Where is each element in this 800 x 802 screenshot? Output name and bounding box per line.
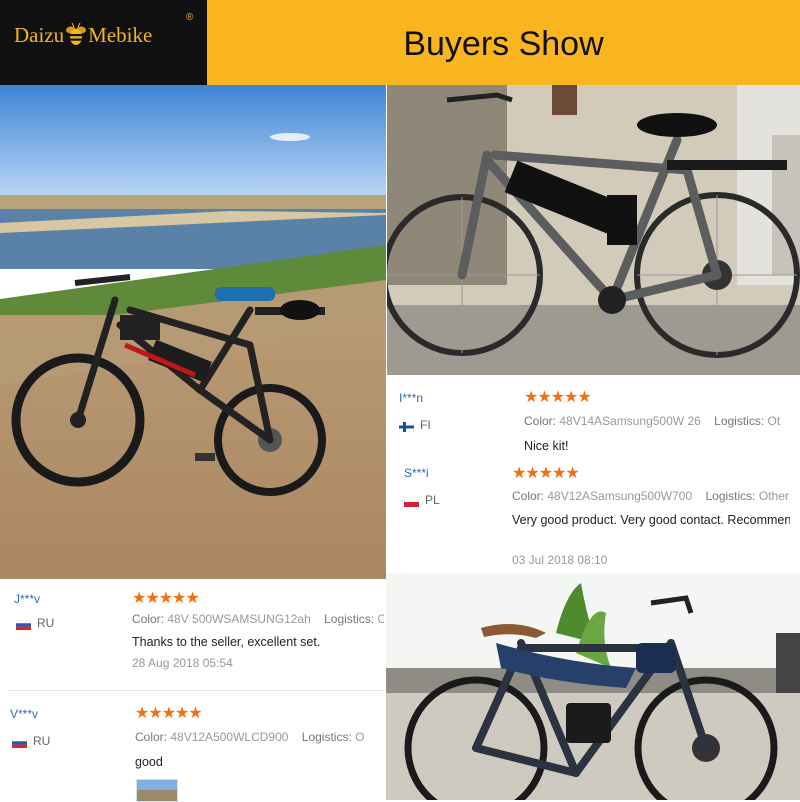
color-label: Color: xyxy=(524,414,557,428)
logistics-label: Logistics: xyxy=(324,612,375,626)
registered-mark: ® xyxy=(186,12,194,23)
reviewer-name[interactable]: V***v xyxy=(10,707,38,721)
buyer-photo-city-bike[interactable] xyxy=(386,573,800,800)
country-code: PL xyxy=(425,493,440,507)
reviewer-name[interactable]: I***n xyxy=(399,391,423,405)
review-comment: Thanks to the seller, excellent set. xyxy=(132,635,321,649)
bee-icon xyxy=(65,22,87,52)
brand-wordmark: Daizu Mebike xyxy=(14,22,152,52)
poland-flag-icon xyxy=(403,496,420,507)
country-code: RU xyxy=(37,616,55,630)
logistics-label: Logistics: xyxy=(714,414,765,428)
color-value: 48V12A500WLCD900 xyxy=(170,730,289,744)
color-label: Color: xyxy=(135,730,168,744)
star-rating: ★★★★★ xyxy=(132,590,200,607)
logistics-value: Ot xyxy=(767,414,781,428)
star-rating: ★★★★★ xyxy=(135,705,203,722)
reviewer-country: PL xyxy=(403,493,440,507)
order-attributes: Color: 48V12ASamsung500W700 Logistics: O… xyxy=(512,489,800,503)
reviewer-name[interactable]: J***v xyxy=(14,592,40,606)
finland-flag-icon xyxy=(398,421,415,433)
review-date: 03 Jul 2018 08:10 xyxy=(512,553,608,567)
reviewer-name[interactable]: S***i xyxy=(404,466,429,480)
reviewer-country: RU xyxy=(15,616,55,630)
color-value: 48V 500WSAMSUNG12ah xyxy=(167,612,311,626)
page-title: Buyers Show xyxy=(403,25,604,63)
review-comment: good xyxy=(135,755,163,769)
logistics-value: Other xyxy=(758,489,789,503)
color-label: Color: xyxy=(512,489,545,503)
review-divider xyxy=(8,690,384,691)
order-attributes: Color: 48V14ASamsung500W 26 Logistics: O… xyxy=(524,414,800,428)
review-date: 28 Aug 2018 05:54 xyxy=(132,656,233,670)
order-attributes: Color: 48V12A500WLCD900 Logistics: O xyxy=(135,730,385,744)
star-rating: ★★★★★ xyxy=(524,389,592,406)
logistics-value: O xyxy=(355,730,365,744)
reviewer-country: FI xyxy=(398,418,431,433)
review-comment: Nice kit! xyxy=(524,439,569,453)
buyer-photo-lakeside-bike[interactable] xyxy=(0,85,386,579)
color-label: Color: xyxy=(132,612,165,626)
order-attributes: Color: 48V 500WSAMSUNG12ah Logistics: O xyxy=(132,612,384,626)
color-value: 48V12ASamsung500W700 xyxy=(547,489,693,503)
brand-logo[interactable]: Daizu Mebike ® xyxy=(0,0,207,85)
brand-name-right: Mebike xyxy=(88,22,153,47)
country-code: FI xyxy=(420,418,431,432)
color-value: 48V14ASamsung500W 26 xyxy=(559,414,701,428)
logistics-label: Logistics: xyxy=(705,489,756,503)
russia-flag-icon xyxy=(15,619,32,630)
review-photo-thumbnail[interactable] xyxy=(136,779,178,802)
logistics-value: O xyxy=(377,612,384,626)
review-comment: Very good product. Very good contact. Re… xyxy=(512,513,790,527)
russia-flag-icon xyxy=(11,737,28,748)
brand-name-left: Daizu xyxy=(14,22,65,47)
country-code: RU xyxy=(33,734,51,748)
review-panel-right xyxy=(387,375,800,573)
star-rating: ★★★★★ xyxy=(512,465,580,482)
logistics-label: Logistics: xyxy=(301,730,352,744)
buyer-photo-indoor-bike[interactable] xyxy=(387,85,800,375)
reviewer-country: RU xyxy=(11,734,51,748)
